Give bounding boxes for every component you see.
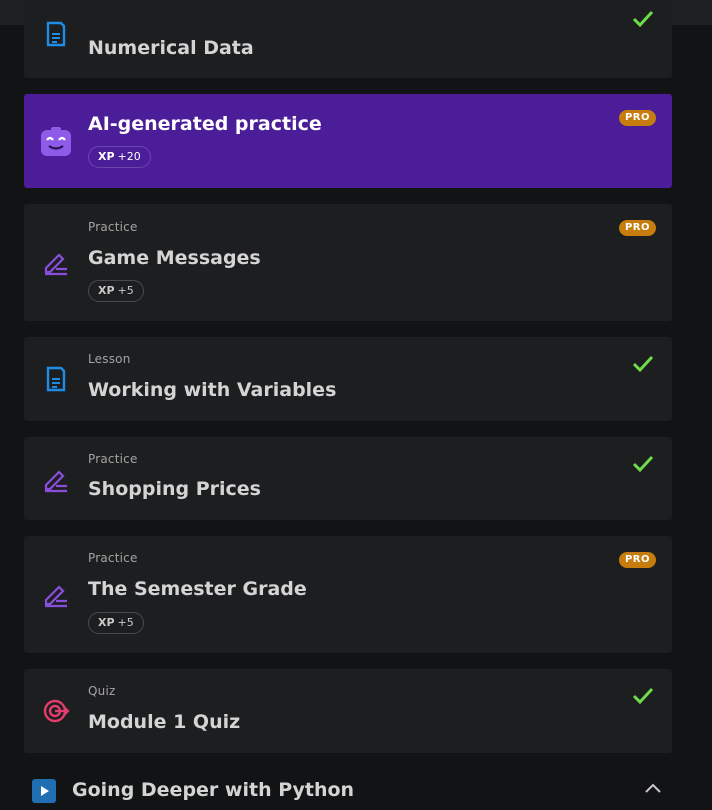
pencil-practice-icon — [44, 585, 67, 608]
list-item-working-with-variables[interactable]: Lesson Working with Variables — [24, 337, 672, 421]
lesson-doc-icon — [46, 366, 66, 392]
check-icon — [632, 10, 654, 28]
item-title: The Semester Grade — [88, 578, 307, 600]
item-title: Numerical Data — [88, 37, 254, 59]
xp-value: +5 — [117, 616, 134, 629]
section-title: Going Deeper with Python — [72, 779, 355, 801]
check-icon — [632, 687, 654, 705]
xp-label: XP — [98, 616, 115, 629]
list-item-module-1-quiz[interactable]: Quiz Module 1 Quiz — [24, 669, 672, 753]
item-title: Game Messages — [88, 247, 261, 269]
chevron-up-icon[interactable] — [644, 782, 662, 794]
list-item-shopping-prices[interactable]: Practice Shopping Prices — [24, 437, 672, 520]
target-quiz-icon — [43, 699, 70, 723]
pencil-practice-icon — [44, 470, 67, 493]
check-icon — [632, 455, 654, 473]
item-title: Working with Variables — [88, 379, 337, 401]
ai-bot-icon — [41, 127, 71, 156]
xp-label: XP — [98, 150, 115, 163]
xp-value: +20 — [117, 150, 141, 163]
item-kind: Practice — [88, 220, 138, 234]
list-item-numerical-data[interactable]: Numerical Data — [24, 0, 672, 78]
xp-pill: XP +5 — [88, 280, 144, 302]
pencil-practice-icon — [44, 253, 67, 276]
module-section-header[interactable]: Going Deeper with Python — [24, 770, 672, 810]
item-kind: Practice — [88, 551, 138, 565]
list-item-game-messages[interactable]: Practice Game Messages XP +5 PRO — [24, 204, 672, 321]
xp-label: XP — [98, 284, 115, 297]
item-kind: Quiz — [88, 684, 116, 698]
pro-badge: PRO — [618, 552, 656, 568]
xp-pill: XP +20 — [88, 146, 151, 168]
lesson-doc-icon — [46, 21, 66, 47]
item-title: Shopping Prices — [88, 478, 261, 500]
list-item-ai-practice[interactable]: AI-generated practice XP +20 PRO — [24, 94, 672, 188]
item-title: AI-generated practice — [88, 113, 322, 135]
pro-badge: PRO — [618, 220, 656, 236]
pro-badge: PRO — [618, 110, 656, 126]
item-kind: Lesson — [88, 352, 131, 366]
check-icon — [632, 355, 654, 373]
list-item-semester-grade[interactable]: Practice The Semester Grade XP +5 PRO — [24, 536, 672, 653]
xp-pill: XP +5 — [88, 612, 144, 634]
xp-value: +5 — [117, 284, 134, 297]
item-title: Module 1 Quiz — [88, 711, 241, 733]
item-kind: Practice — [88, 452, 138, 466]
play-module-icon — [32, 779, 56, 803]
